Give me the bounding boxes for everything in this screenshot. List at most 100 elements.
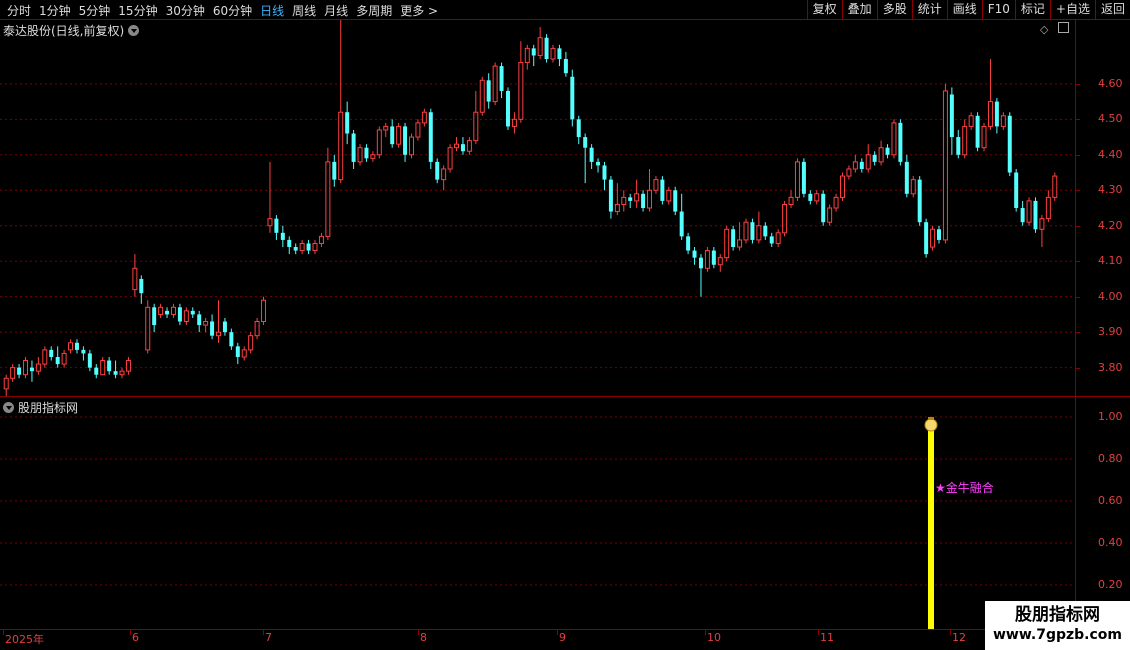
diamond-icon[interactable]: ◇ xyxy=(1040,23,1048,36)
candle-body-down xyxy=(499,66,504,91)
candle-body-down xyxy=(235,346,240,357)
candle-body-down xyxy=(152,307,157,326)
y-axis: 4.60 4.50 4.40 4.30 4.20 4.10 4.00 3.90 3.80 1.00… xyxy=(1075,20,1130,630)
indicator-chart[interactable] xyxy=(0,397,1075,629)
candle-body-down xyxy=(29,367,34,372)
candle-body-down xyxy=(306,243,311,251)
price-chart-panel[interactable]: 泰达股份(日线,前复权) xyxy=(0,20,1075,396)
tool-button[interactable]: 标记 xyxy=(1014,0,1050,19)
tool-button[interactable]: 画线 xyxy=(946,0,982,19)
candle-body-up xyxy=(132,267,138,291)
panel-controls: ◇ xyxy=(1040,22,1069,36)
y-tick xyxy=(1076,296,1080,298)
candle-body-down xyxy=(885,147,890,155)
candle-body-up xyxy=(614,203,620,213)
tool-button[interactable]: 返回 xyxy=(1094,0,1130,19)
candle-body-up xyxy=(704,250,710,269)
chevron-down-icon[interactable] xyxy=(128,25,140,36)
candle-body-down xyxy=(177,307,182,322)
candle-body-up xyxy=(299,242,305,252)
tool-button[interactable]: 复权 xyxy=(806,0,842,19)
candle-body-down xyxy=(113,371,118,375)
period-tab[interactable]: 5分钟 xyxy=(75,2,115,19)
x-tick xyxy=(818,630,819,635)
candle-body-down xyxy=(486,80,491,102)
candle-body-up xyxy=(479,79,485,113)
candle-body-down xyxy=(364,147,369,159)
candle-body-down xyxy=(563,59,568,74)
candlestick-chart[interactable] xyxy=(0,20,1075,396)
candle-body-down xyxy=(763,225,768,237)
tool-buttons: 复权 叠加 多股 统计 画线 F10 标记 +自选 返回 xyxy=(806,0,1130,19)
period-tab[interactable]: 多周期 xyxy=(352,2,396,19)
candle-body-up xyxy=(524,47,530,64)
candle-body-up xyxy=(833,196,839,209)
y-tick-label: 3.80 xyxy=(1098,360,1123,374)
candle-body-up xyxy=(466,140,472,152)
candle-body-up xyxy=(119,370,125,376)
candle-body-up xyxy=(987,101,993,127)
period-tab[interactable]: 月线 xyxy=(320,2,352,19)
candle-body-down xyxy=(711,250,716,265)
period-tab[interactable]: 更多 > xyxy=(396,2,442,19)
candle-body-up xyxy=(158,306,164,315)
y-tick xyxy=(1076,225,1080,227)
period-tabs: 分时 1分钟 5分钟 15分钟 30分钟 60分钟 日线 周线 月线 多周期 更多 > xyxy=(3,2,442,19)
candle-body-up xyxy=(3,377,9,390)
candle-body-up xyxy=(634,193,640,202)
candle-body-up xyxy=(100,360,106,376)
period-tab[interactable]: 1分钟 xyxy=(35,2,75,19)
candle-body-up xyxy=(408,136,414,156)
candle-body-down xyxy=(750,222,755,240)
candle-body-up xyxy=(968,115,974,127)
period-tab[interactable]: 60分钟 xyxy=(209,2,256,19)
candle-body-up xyxy=(447,147,453,170)
y-tick xyxy=(1076,190,1080,192)
indicator-title: 股朋指标网 xyxy=(18,401,79,415)
signal-bar xyxy=(928,417,934,629)
candle-body-up xyxy=(962,125,968,156)
period-tab[interactable]: 30分钟 xyxy=(162,2,209,19)
period-tab[interactable]: 日线 xyxy=(256,2,288,19)
x-tick-label: 8 xyxy=(420,631,427,644)
candle-body-up xyxy=(473,111,479,142)
candle-body-down xyxy=(975,115,980,148)
candle-body-down xyxy=(293,247,298,251)
tool-button[interactable]: 多股 xyxy=(876,0,912,19)
window-icon[interactable] xyxy=(1057,22,1069,33)
candle-body-down xyxy=(55,356,60,365)
indicator-y-tick-label: 0.80 xyxy=(1098,452,1123,465)
tool-button[interactable]: F10 xyxy=(981,0,1015,19)
period-tab[interactable]: 15分钟 xyxy=(114,2,161,19)
x-tick-label: 12 xyxy=(952,631,966,644)
candle-body-up xyxy=(325,161,331,237)
x-tick xyxy=(418,630,419,635)
chevron-down-icon[interactable] xyxy=(3,402,14,413)
candle-body-up xyxy=(267,218,273,227)
candle-body-up xyxy=(647,189,653,209)
watermark: 股朋指标网 www.7gpzb.com xyxy=(985,601,1130,650)
watermark-title: 股朋指标网 xyxy=(1015,605,1100,625)
tool-button[interactable]: +自选 xyxy=(1049,0,1095,19)
candle-body-up xyxy=(261,299,267,323)
candle-body-up xyxy=(1000,115,1006,127)
period-tab[interactable]: 分时 xyxy=(3,2,35,19)
indicator-panel[interactable]: 股朋指标网 xyxy=(0,397,1075,629)
x-tick-label: 9 xyxy=(559,631,566,644)
candle-body-down xyxy=(698,257,703,269)
period-tab[interactable]: 周线 xyxy=(288,2,320,19)
candle-body-down xyxy=(390,126,395,145)
candle-body-up xyxy=(756,225,762,241)
candle-body-up xyxy=(23,360,29,376)
y-tick xyxy=(1076,154,1080,156)
candle-body-up xyxy=(1039,218,1045,230)
tool-button[interactable]: 统计 xyxy=(911,0,947,19)
candle-body-up xyxy=(775,232,781,244)
candle-body-down xyxy=(821,193,826,223)
candle-body-down xyxy=(345,112,350,134)
candle-body-down xyxy=(403,126,408,155)
money-bag-tie xyxy=(928,417,934,420)
x-tick xyxy=(263,630,264,635)
x-tick xyxy=(950,630,951,635)
tool-button[interactable]: 叠加 xyxy=(841,0,877,19)
